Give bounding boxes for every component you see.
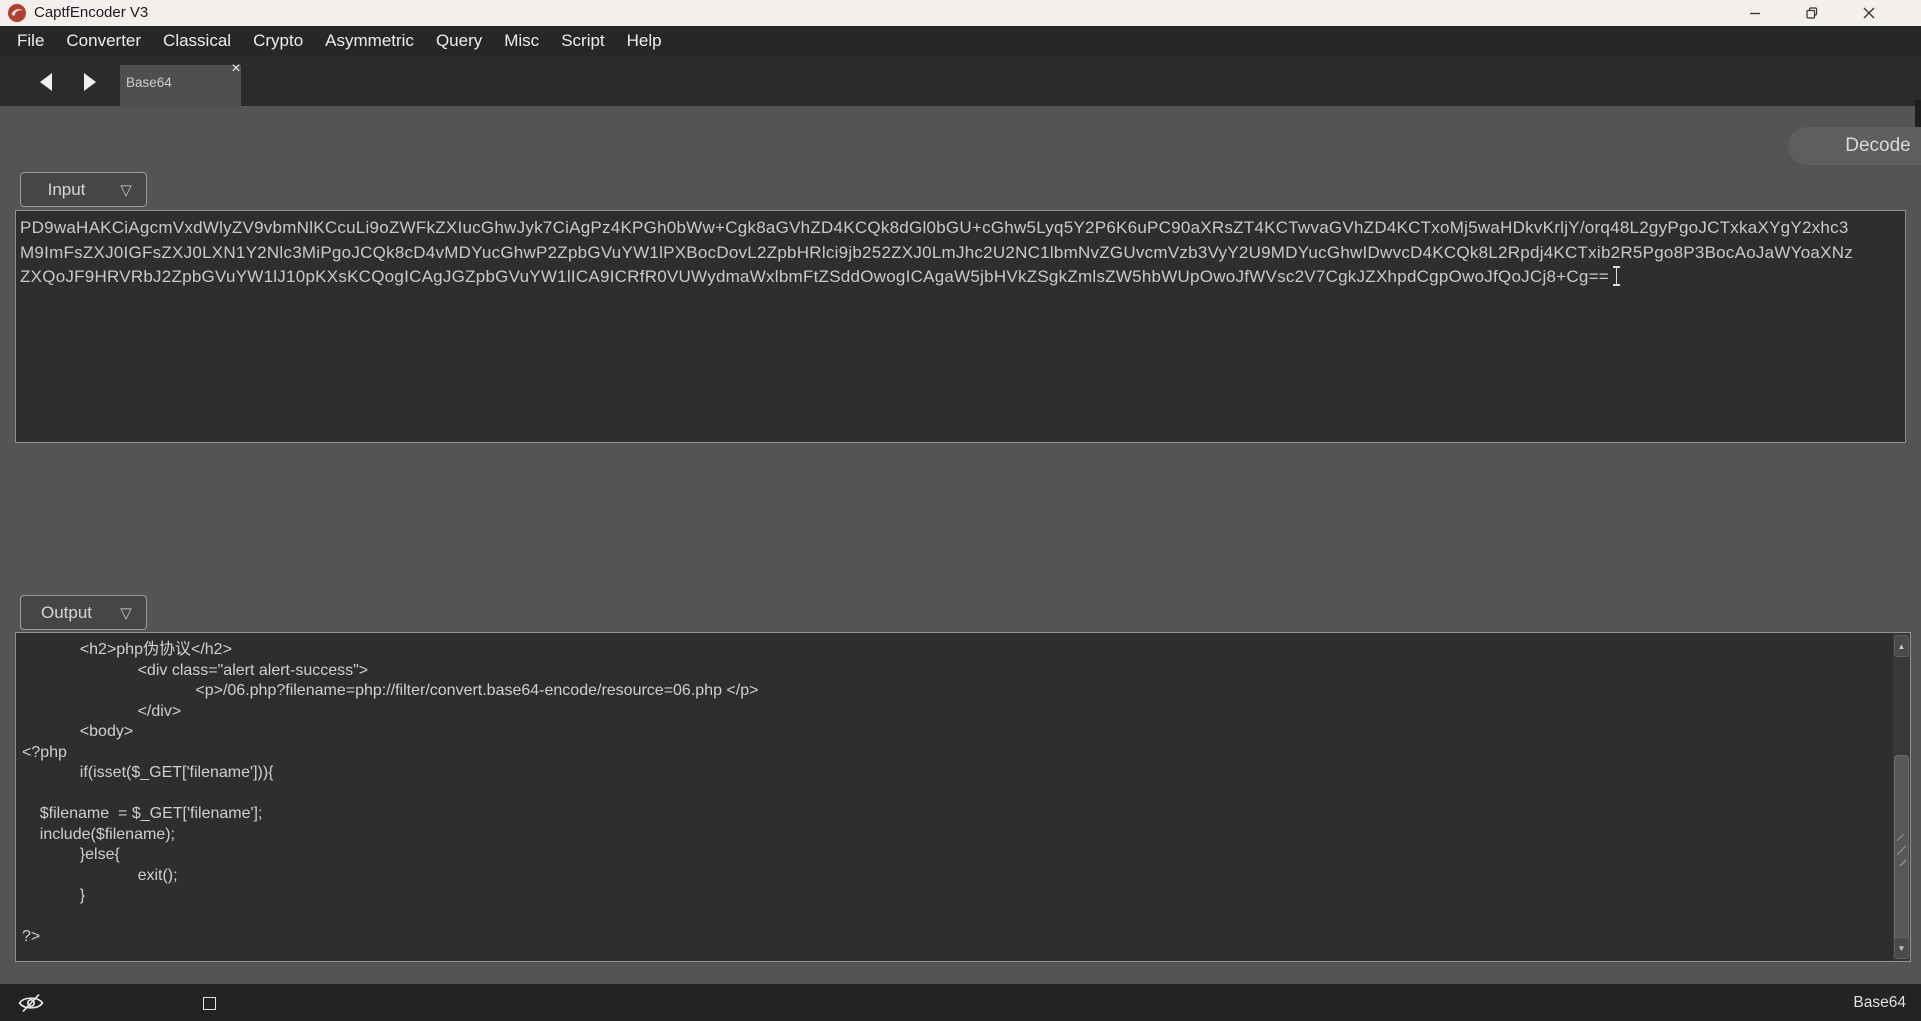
window-edge-notch: [1915, 100, 1921, 128]
output-line: }: [22, 887, 86, 904]
chevron-down-icon: ▽: [120, 181, 132, 199]
text-cursor: [1612, 266, 1621, 287]
tab-close-button[interactable]: ×: [226, 59, 246, 79]
minimize-icon: [1750, 12, 1760, 15]
eye-off-icon[interactable]: [18, 992, 44, 1014]
output-line: exit();: [22, 866, 178, 884]
decode-button[interactable]: Decode: [1788, 127, 1921, 165]
nav-forward-button[interactable]: [84, 73, 96, 91]
tab-label: Base64: [126, 75, 172, 90]
input-selector-dropdown[interactable]: Input ▽: [20, 172, 147, 207]
scrollbar-thumb[interactable]: [1894, 755, 1909, 941]
input-line: PD9waHAKCiAgcmVxdWlyZV9vbmNlKCcuLi9oZWFk…: [20, 218, 1849, 237]
close-icon: [1863, 7, 1875, 19]
scroll-up-arrow-icon[interactable]: ▲: [1894, 635, 1909, 657]
output-selector-label: Output: [40, 602, 93, 622]
output-textarea[interactable]: <h2>php伪协议</h2> <div class="alert alert-…: [15, 632, 1911, 962]
menu-script[interactable]: Script: [550, 26, 615, 56]
output-line: <body>: [22, 723, 134, 740]
window-title: CaptfEncoder V3: [34, 4, 149, 21]
square-outline-icon[interactable]: [203, 997, 216, 1010]
menu-file[interactable]: File: [6, 26, 55, 56]
tab-strip: Base64 ×: [0, 56, 1921, 106]
output-line: <p>/06.php?filename=php://filter/convert…: [22, 682, 759, 699]
output-selector-dropdown[interactable]: Output ▽: [20, 595, 147, 630]
menu-query[interactable]: Query: [425, 26, 493, 56]
tab-base64[interactable]: Base64: [120, 65, 241, 106]
output-scrollbar[interactable]: ▲ ▼: [1893, 633, 1910, 961]
chevron-down-icon: ▽: [120, 604, 132, 622]
output-line: }else{: [22, 846, 120, 863]
output-line: ?>: [22, 928, 41, 945]
nav-back-button[interactable]: [40, 73, 52, 91]
close-button[interactable]: [1846, 0, 1892, 26]
menu-help[interactable]: Help: [616, 26, 673, 56]
input-line: M9ImFsZXJ0IGFsZXJ0LXN1Y2Nlc3MiPgoJCQk8cD…: [20, 242, 1853, 262]
menu-crypto[interactable]: Crypto: [242, 26, 314, 56]
restore-icon: [1806, 7, 1818, 19]
input-selector-label: Input: [47, 179, 86, 199]
status-mode-label: Base64: [1853, 994, 1906, 1011]
output-line: include($filename);: [22, 825, 175, 843]
app-logo-icon: [8, 4, 26, 22]
menu-classical[interactable]: Classical: [152, 26, 242, 56]
menu-converter[interactable]: Converter: [55, 26, 152, 56]
output-line: <h2>php伪协议</h2>: [22, 641, 232, 658]
titlebar: CaptfEncoder V3: [0, 0, 1921, 26]
output-line: $filename = $_GET['filename'];: [22, 805, 263, 822]
output-line: </div>: [22, 702, 182, 720]
scroll-down-arrow-icon[interactable]: ▼: [1894, 937, 1909, 959]
menu-misc[interactable]: Misc: [493, 26, 550, 56]
output-line: <?php: [22, 743, 67, 761]
minimize-button[interactable]: [1732, 0, 1778, 26]
menubar: File Converter Classical Crypto Asymmetr…: [0, 26, 1921, 56]
menu-asymmetric[interactable]: Asymmetric: [314, 26, 425, 56]
maximize-button[interactable]: [1789, 0, 1835, 26]
scrollbar-grip-icon: [1897, 834, 1906, 866]
statusbar: Base64: [0, 984, 1921, 1021]
output-line: if(isset($_GET['filename'])){: [22, 764, 274, 781]
input-line: ZXQoJF9HRVRbJ2ZpbGVuYW1lJ10pKXsKCQogICAg…: [20, 265, 1901, 290]
output-line: <div class="alert alert-success">: [22, 661, 369, 679]
app-window: CaptfEncoder V3 File Converter Classical…: [0, 0, 1921, 1021]
input-textarea[interactable]: PD9waHAKCiAgcmVxdWlyZV9vbmNlKCcuLi9oZWFk…: [15, 210, 1906, 443]
